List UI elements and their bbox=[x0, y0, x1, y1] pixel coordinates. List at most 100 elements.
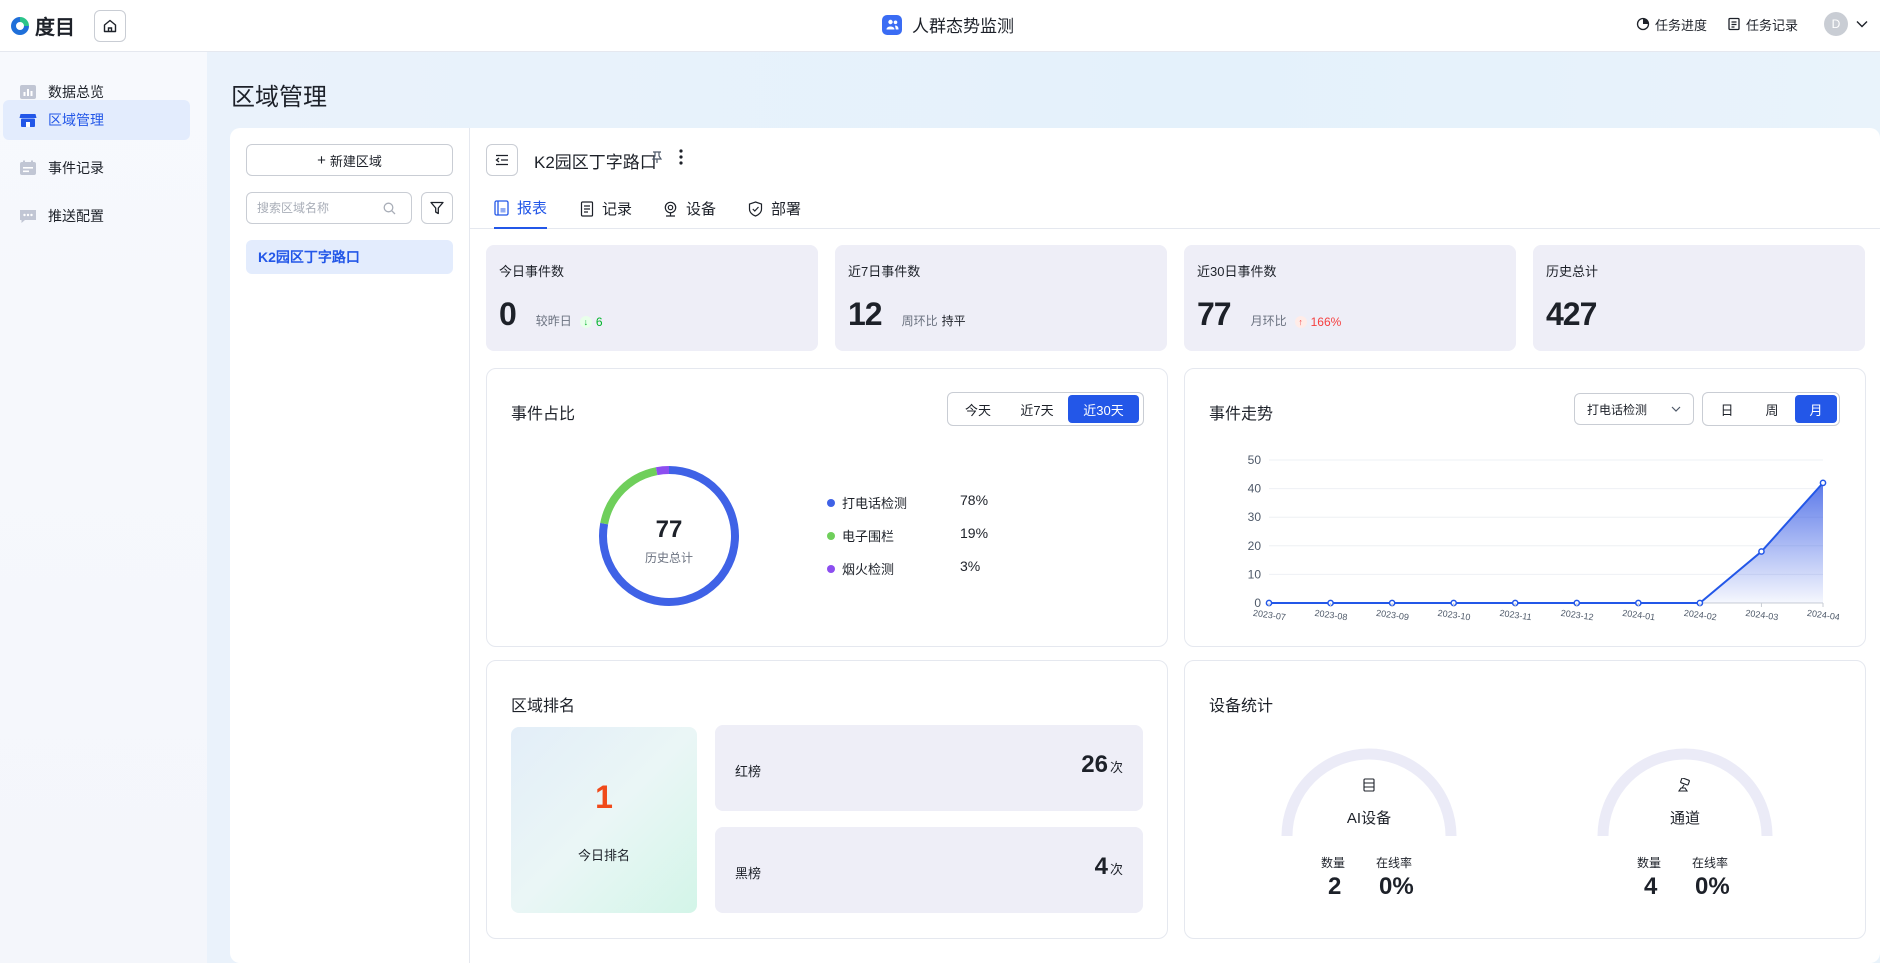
task-records-label: 任务记录 bbox=[1745, 17, 1798, 33]
y-tick-label: 40 bbox=[1248, 482, 1262, 496]
range-30days[interactable]: 近30天 bbox=[1068, 395, 1139, 423]
x-tick-label: 2024-03 bbox=[1745, 608, 1779, 622]
area-list-item[interactable]: K2园区丁字路口 bbox=[246, 240, 453, 274]
event-trend-card: 事件走势 打电话检测 日 周 月 0 10 20 30 40 50 2023-07 2023-… bbox=[1184, 368, 1866, 647]
y-tick-label: 20 bbox=[1248, 539, 1262, 553]
range-7days[interactable]: 近7天 bbox=[1006, 395, 1068, 423]
brand-logo-icon bbox=[11, 16, 29, 35]
collapse-panel-button[interactable] bbox=[486, 144, 518, 176]
store-icon bbox=[19, 114, 37, 127]
stat-value: 427 bbox=[1546, 296, 1597, 332]
legend-percent: 19% bbox=[960, 525, 989, 541]
shield-icon bbox=[748, 200, 763, 217]
red-list-label: 红榜 bbox=[735, 764, 762, 779]
user-avatar[interactable]: D bbox=[1824, 12, 1848, 36]
granularity-month[interactable]: 月 bbox=[1795, 395, 1837, 423]
x-tick-label: 2024-02 bbox=[1683, 608, 1717, 622]
task-records-link[interactable]: 任务记录 bbox=[1727, 15, 1798, 34]
area-title: K2园区丁字路口 bbox=[534, 153, 657, 172]
filter-button[interactable] bbox=[421, 192, 453, 224]
camera-channel-icon bbox=[1677, 778, 1690, 792]
brand-logo[interactable]: 度目 bbox=[9, 11, 75, 40]
chevron-down-icon bbox=[1671, 406, 1681, 412]
group-icon bbox=[882, 14, 902, 35]
trend-area bbox=[1269, 482, 1823, 603]
sidebar: 数据总览 区域管理 事件记录 推送配置 bbox=[0, 52, 207, 963]
legend-percent: 3% bbox=[960, 558, 981, 574]
home-button[interactable] bbox=[94, 9, 126, 42]
today-rank-box: 1 今日排名 bbox=[511, 727, 697, 913]
page-title: 区域管理 bbox=[231, 84, 327, 111]
plus-icon: + bbox=[317, 151, 326, 169]
arrow-up-icon: ↑ bbox=[1294, 316, 1307, 328]
tab-devices[interactable]: 设备 bbox=[663, 188, 716, 229]
sidebar-item-push-config[interactable]: 推送配置 bbox=[3, 196, 190, 236]
stat-label: 近7日事件数 bbox=[848, 264, 921, 279]
granularity-day[interactable]: 日 bbox=[1705, 395, 1749, 423]
unit-label: 次 bbox=[1109, 862, 1123, 877]
area-search-input[interactable] bbox=[257, 201, 377, 215]
task-progress-label: 任务进度 bbox=[1654, 17, 1707, 33]
stat-card-7days: 近7日事件数 12 周环比 持平 bbox=[835, 245, 1167, 351]
sidebar-item-area-management[interactable]: 区域管理 bbox=[3, 100, 190, 140]
black-list-box: 黑榜 4次 bbox=[715, 827, 1143, 913]
x-tick-label: 2023-07 bbox=[1252, 608, 1286, 622]
count-label: 数量 bbox=[1321, 856, 1346, 870]
today-rank-value: 1 bbox=[595, 779, 613, 815]
list-icon bbox=[1728, 17, 1740, 31]
card-title: 区域排名 bbox=[511, 698, 576, 715]
stat-compare-label: 较昨日 bbox=[535, 314, 572, 328]
new-area-label: 新建区域 bbox=[329, 153, 382, 169]
area-rank-card: 区域排名 1 今日排名 红榜 26 次 黑榜 4次 bbox=[486, 660, 1168, 939]
stat-card-30days: 近30日事件数 77 月环比 ↑ 166% bbox=[1184, 245, 1516, 351]
x-tick-label: 2023-09 bbox=[1375, 608, 1409, 622]
sidebar-item-label: 事件记录 bbox=[48, 160, 104, 176]
y-tick-label: 30 bbox=[1248, 510, 1262, 524]
tab-records[interactable]: 记录 bbox=[580, 188, 632, 229]
range-today[interactable]: 今天 bbox=[950, 395, 1006, 423]
ai-device-gauge bbox=[1281, 748, 1457, 837]
more-vertical-icon[interactable] bbox=[678, 148, 684, 166]
search-icon[interactable] bbox=[383, 202, 396, 215]
event-type-select[interactable]: 打电话检测 bbox=[1574, 393, 1694, 425]
brand-name: 度目 bbox=[35, 17, 75, 39]
progress-icon bbox=[1636, 17, 1650, 31]
legend-label: 打电话检测 bbox=[842, 496, 908, 511]
top-bar: 度目 人群态势监测 任务进度 任务记录 D bbox=[0, 0, 1880, 52]
tab-label: 报表 bbox=[517, 200, 548, 217]
content-panel: + 新建区域 K2园区丁字路口 K2园区丁字路口 报表 bbox=[230, 128, 1880, 963]
detail-tabs: 报表 记录 设备 部署 bbox=[470, 188, 1880, 229]
document-icon bbox=[580, 200, 594, 217]
area-search-box bbox=[246, 192, 412, 224]
tab-deploy[interactable]: 部署 bbox=[748, 188, 801, 229]
trend-point bbox=[1758, 548, 1765, 555]
stat-compare-label: 月环比 bbox=[1250, 314, 1287, 328]
stat-delta-value: 持平 bbox=[941, 314, 966, 328]
new-area-button[interactable]: + 新建区域 bbox=[246, 144, 453, 176]
task-progress-link[interactable]: 任务进度 bbox=[1636, 15, 1707, 34]
tab-report[interactable]: 报表 bbox=[494, 188, 548, 229]
area-detail-panel: K2园区丁字路口 报表 记录 设备 部署 今日事件数 0 较昨日 ↓ 6 近7日… bbox=[470, 128, 1880, 963]
red-list-box: 红榜 26 次 bbox=[715, 725, 1143, 811]
device-name: AI设备 bbox=[1346, 810, 1392, 827]
top-right-links: 任务进度 任务记录 D bbox=[1636, 0, 1880, 48]
card-title: 设备统计 bbox=[1209, 698, 1274, 715]
y-tick-label: 50 bbox=[1248, 453, 1262, 467]
report-icon bbox=[494, 199, 509, 216]
legend-label: 烟火检测 bbox=[842, 562, 895, 577]
granularity-week[interactable]: 周 bbox=[1749, 395, 1795, 423]
app-title: 人群态势监测 bbox=[882, 12, 1014, 37]
donut-slice-fire bbox=[655, 466, 670, 476]
device-name: 通道 bbox=[1669, 810, 1700, 827]
home-icon bbox=[103, 19, 117, 32]
pin-icon[interactable] bbox=[650, 150, 664, 164]
sidebar-item-event-records[interactable]: 事件记录 bbox=[3, 148, 190, 188]
channel-gauge bbox=[1597, 748, 1773, 837]
event-ratio-card: 事件占比 今天 近7天 近30天 77 历史总计 打电话检测 78% 电子围栏 19%… bbox=[486, 368, 1168, 647]
x-tick-label: 2024-04 bbox=[1806, 608, 1839, 622]
event-trend-chart: 010203040502023-07 2023-08 2023-09 2023-10 2… bbox=[1248, 453, 1839, 622]
legend-item-fire: 烟火检测 bbox=[827, 559, 894, 578]
chevron-down-icon[interactable] bbox=[1856, 20, 1868, 28]
stat-value: 0 bbox=[499, 296, 517, 332]
legend-percent: 78% bbox=[960, 492, 989, 508]
